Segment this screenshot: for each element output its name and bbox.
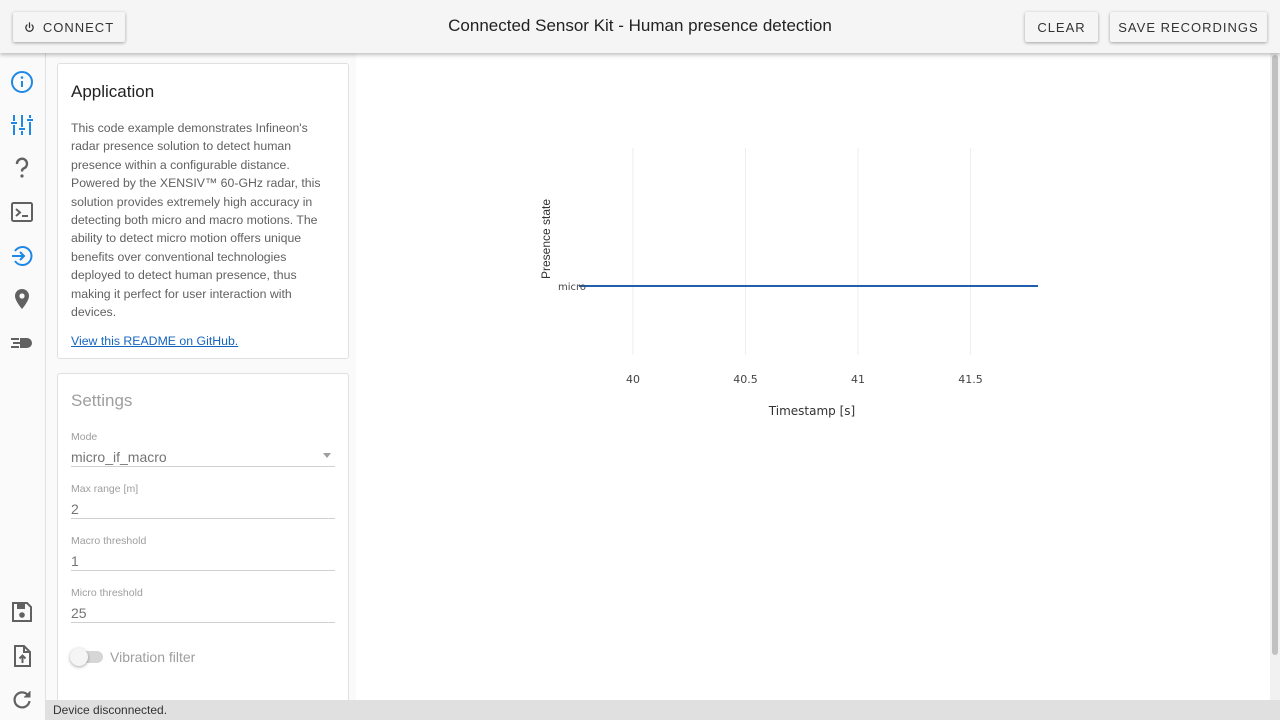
connect-button[interactable]: CONNECT (13, 12, 125, 42)
save-recordings-button-label: SAVE RECORDINGS (1118, 19, 1259, 35)
y-tick-label: micro (558, 282, 586, 293)
chart-panel: 40 40.5 41 41.5 micro Presence state Timesta… (356, 53, 1270, 700)
clear-button-label: CLEAR (1037, 19, 1086, 35)
toggle-thumb (70, 648, 88, 666)
left-nav (0, 53, 46, 720)
location-pin-icon[interactable] (9, 286, 35, 312)
application-title: Application (71, 82, 155, 101)
vibration-filter-row: Vibration filter (70, 648, 334, 666)
x-tick-label: 40.5 (733, 373, 758, 386)
max-range-value: 2 (71, 495, 335, 519)
vibration-filter-toggle[interactable] (70, 648, 103, 666)
refresh-icon[interactable] (9, 686, 35, 712)
speed-icon[interactable] (9, 330, 35, 356)
micro-threshold-value: 25 (71, 599, 335, 623)
upload-file-icon[interactable] (9, 643, 35, 669)
mode-select[interactable]: Mode micro_if_macro (71, 431, 335, 467)
save-icon[interactable] (9, 599, 35, 625)
connect-button-label: CONNECT (42, 19, 115, 35)
status-bar: Device disconnected. (46, 700, 1280, 720)
clear-button[interactable]: CLEAR (1025, 12, 1098, 42)
application-description: This code example demonstrates Infineon'… (71, 121, 321, 320)
max-range-label: Max range [m] (71, 483, 139, 495)
x-axis-label: Timestamp [s] (768, 404, 855, 418)
presence-chart[interactable]: 40 40.5 41 41.5 micro Presence state Timesta… (356, 53, 1270, 700)
vibration-filter-label: Vibration filter (110, 649, 196, 665)
application-card: Application This code example demonstrat… (57, 63, 349, 359)
x-tick-label: 41 (851, 373, 865, 386)
macro-threshold-label: Macro threshold (71, 535, 147, 547)
macro-threshold-field[interactable]: Macro threshold 1 (71, 535, 335, 571)
top-app-bar: CONNECT Connected Sensor Kit - Human pre… (0, 0, 1280, 53)
power-icon (24, 21, 35, 33)
y-axis-label: Presence state (539, 199, 553, 279)
help-icon[interactable] (9, 155, 35, 181)
micro-threshold-field[interactable]: Micro threshold 25 (71, 587, 335, 623)
micro-threshold-label: Micro threshold (71, 587, 143, 599)
settings-title: Settings (71, 391, 133, 410)
mode-label: Mode (71, 431, 98, 443)
macro-threshold-value: 1 (71, 547, 335, 571)
save-recordings-button[interactable]: SAVE RECORDINGS (1110, 12, 1267, 42)
dropdown-arrow-icon (323, 453, 331, 458)
readme-github-link[interactable]: View this README on GitHub. (71, 334, 335, 348)
login-icon[interactable] (9, 243, 35, 269)
x-tick-label: 41.5 (958, 373, 983, 386)
max-range-field[interactable]: Max range [m] 2 (71, 483, 335, 519)
mode-value: micro_if_macro (71, 443, 335, 467)
info-icon[interactable] (9, 69, 35, 95)
scrollbar-thumb[interactable] (1272, 55, 1278, 655)
settings-card: Settings Mode micro_if_macro Max range [… (57, 373, 349, 713)
vertical-scrollbar[interactable] (1270, 53, 1280, 700)
x-tick-label: 40 (626, 373, 640, 386)
sliders-icon[interactable] (9, 112, 35, 138)
terminal-icon[interactable] (9, 199, 35, 225)
